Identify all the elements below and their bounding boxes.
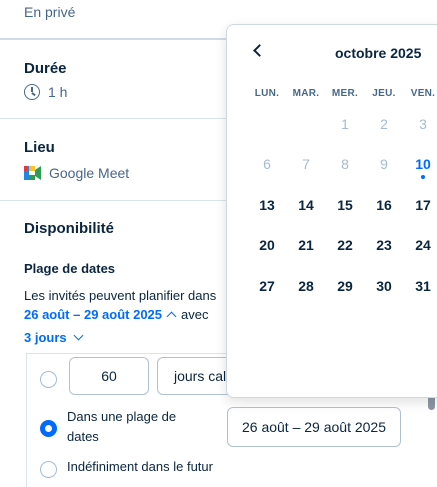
- calendar-day[interactable]: 20: [247, 237, 287, 253]
- date-range-toggle[interactable]: 26 août – 29 août 2025: [24, 307, 177, 322]
- chevron-down-icon: [73, 330, 84, 341]
- calendar-day[interactable]: 21: [286, 237, 326, 253]
- calendar-day[interactable]: 27: [247, 278, 287, 294]
- duration-value: 1 h: [48, 84, 68, 100]
- weekday-label: MER.: [331, 88, 359, 99]
- indefinite-label: Indéfiniment dans le futur: [67, 459, 213, 474]
- calendar-day[interactable]: 24: [403, 237, 437, 253]
- days-toggle[interactable]: 3 jours: [24, 330, 84, 345]
- calendar-day: 7: [302, 156, 310, 172]
- date-range-description: Les invités peuvent planifier dans: [24, 288, 217, 303]
- calendar-day: 1: [341, 116, 349, 132]
- calendar-day[interactable]: 22: [325, 237, 365, 253]
- calendar-day: 6: [263, 156, 271, 172]
- in-range-label-line1: Dans une plage de: [67, 409, 177, 424]
- calendar-day: 2: [380, 116, 388, 132]
- location-value: Google Meet: [49, 165, 130, 181]
- calendar-day[interactable]: 29: [325, 278, 365, 294]
- date-range-summary: 26 août – 29 août 2025 avec: [24, 307, 208, 322]
- duration-title: Durée: [24, 60, 67, 77]
- calendar-day: 3: [419, 116, 427, 132]
- calendar-day[interactable]: 13: [247, 197, 287, 213]
- chevron-up-icon: [166, 311, 177, 322]
- rolling-days-input[interactable]: 60: [69, 357, 149, 395]
- clock-icon: [24, 84, 40, 100]
- in-range-label-line2: dates: [67, 429, 99, 444]
- location-title: Lieu: [24, 139, 55, 156]
- indefinite-radio[interactable]: [40, 461, 57, 478]
- calendar-day-today[interactable]: 10: [403, 156, 437, 172]
- calendar-day[interactable]: 17: [403, 197, 437, 213]
- rolling-days-radio[interactable]: [40, 371, 57, 388]
- today-indicator: [421, 175, 425, 179]
- date-range-input[interactable]: 26 août – 29 août 2025: [227, 407, 401, 447]
- calendar-day[interactable]: 16: [364, 197, 404, 213]
- weekday-label: MAR.: [292, 88, 320, 99]
- in-range-radio[interactable]: [40, 420, 57, 437]
- privacy-label: En privé: [24, 4, 76, 20]
- weekday-label: VEN.: [410, 88, 436, 99]
- calendar-day: 9: [380, 156, 388, 172]
- google-meet-icon: [24, 166, 41, 180]
- calendar-day[interactable]: 30: [364, 278, 404, 294]
- duration-row: 1 h: [24, 84, 67, 100]
- location-row[interactable]: Google Meet: [24, 165, 129, 181]
- calendar-day[interactable]: 28: [286, 278, 326, 294]
- calendar-day: 8: [341, 156, 349, 172]
- weekday-label: JEU.: [372, 88, 396, 99]
- date-range-after-text: avec: [181, 307, 209, 322]
- calendar-day[interactable]: 31: [403, 278, 437, 294]
- calendar-month-label: octobre 2025: [335, 45, 422, 61]
- calendar-popover: octobre 2025 LUN. MAR. MER. JEU. VEN. 1 …: [226, 24, 437, 398]
- calendar-day[interactable]: 14: [286, 197, 326, 213]
- previous-month-icon[interactable]: [253, 44, 266, 57]
- availability-title: Disponibilité: [24, 220, 114, 237]
- in-range-label: Dans une plage de dates: [67, 407, 176, 447]
- days-link: 3 jours: [24, 330, 67, 345]
- calendar-day[interactable]: 23: [364, 237, 404, 253]
- calendar-day[interactable]: 15: [325, 197, 365, 213]
- date-range-link: 26 août – 29 août 2025: [24, 307, 163, 322]
- weekday-label: LUN.: [254, 88, 280, 99]
- date-range-heading: Plage de dates: [24, 261, 116, 276]
